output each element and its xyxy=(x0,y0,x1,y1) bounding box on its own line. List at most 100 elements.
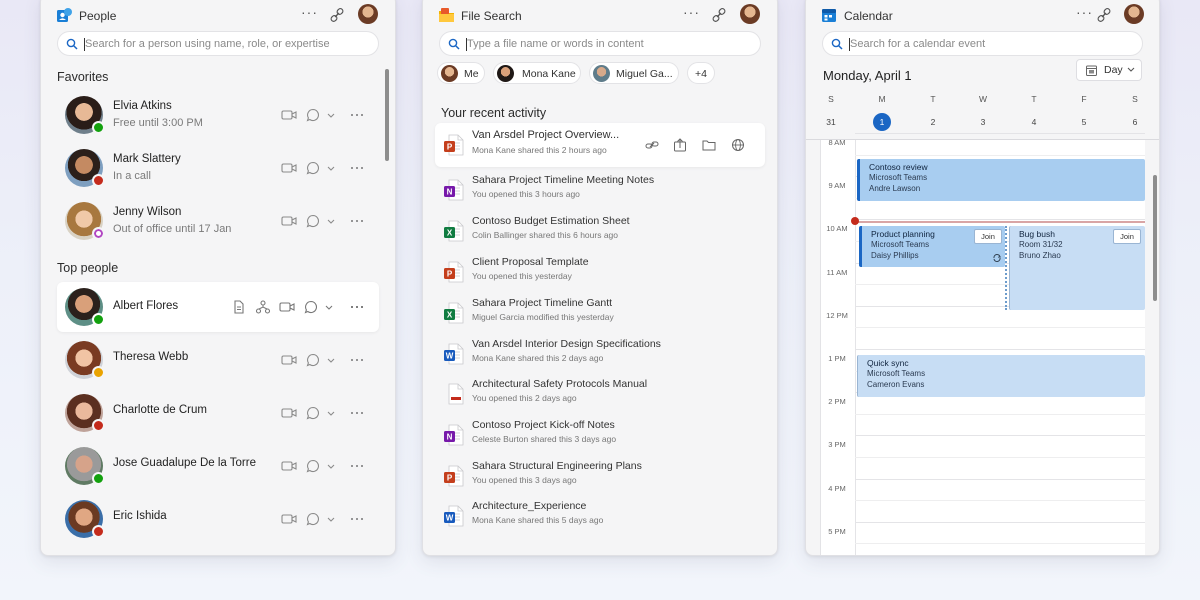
more-icon[interactable] xyxy=(349,107,365,123)
file-row[interactable]: X Sahara Project Timeline Gantt Miguel Gar… xyxy=(435,294,765,334)
file-row[interactable]: W Van Arsdel Interior Design Specificatio… xyxy=(435,335,765,375)
date-cell[interactable]: 2 xyxy=(923,113,943,131)
favorite-person-row[interactable]: Elvia Atkins Free until 3:00 PM xyxy=(57,90,379,140)
view-selector-button[interactable]: Day xyxy=(1076,59,1142,81)
video-call-icon[interactable] xyxy=(279,299,295,315)
file-search-box[interactable] xyxy=(439,31,761,56)
document-icon[interactable] xyxy=(231,299,247,315)
globe-icon[interactable] xyxy=(731,138,745,152)
file-row[interactable]: N Contoso Project Kick-off Notes Celeste B… xyxy=(435,416,765,456)
account-avatar[interactable] xyxy=(740,4,760,24)
video-call-icon[interactable] xyxy=(281,160,297,176)
file-row[interactable]: P Client Proposal Template You opened this… xyxy=(435,253,765,293)
chat-icon[interactable] xyxy=(305,160,321,176)
top-person-row[interactable]: Theresa Webb xyxy=(57,335,379,385)
date-cell[interactable]: 3 xyxy=(973,113,993,131)
more-options-button[interactable]: ··· xyxy=(301,4,318,20)
chevron-down-icon[interactable] xyxy=(326,405,336,421)
date-cell[interactable]: 31 xyxy=(821,113,841,131)
more-icon[interactable] xyxy=(349,458,365,474)
chat-icon[interactable] xyxy=(305,352,321,368)
join-button[interactable]: Join xyxy=(1113,229,1141,244)
join-button[interactable]: Join xyxy=(974,229,1002,244)
calendar-search-box[interactable] xyxy=(822,31,1143,56)
chevron-down-icon[interactable] xyxy=(326,107,336,123)
chevron-down-icon[interactable] xyxy=(326,213,336,229)
more-icon[interactable] xyxy=(349,405,365,421)
file-row[interactable]: P Sahara Structural Engineering Plans You … xyxy=(435,457,765,497)
file-row[interactable]: X Contoso Budget Estimation Sheet Colin Ba… xyxy=(435,212,765,252)
chevron-down-icon[interactable] xyxy=(326,160,336,176)
copy-link-icon[interactable] xyxy=(645,138,659,152)
org-chart-icon[interactable] xyxy=(255,299,271,315)
chat-icon[interactable] xyxy=(305,405,321,421)
open-folder-icon[interactable] xyxy=(702,138,716,152)
more-options-button[interactable]: ··· xyxy=(683,4,700,20)
file-search-input[interactable] xyxy=(467,36,750,52)
people-scrollbar[interactable] xyxy=(385,69,389,161)
chat-icon[interactable] xyxy=(305,511,321,527)
file-row[interactable]: Architectural Safety Protocols Manual You… xyxy=(435,375,765,415)
selected-date[interactable]: 1 xyxy=(873,113,891,131)
svg-text:X: X xyxy=(447,311,453,320)
filter-chip-mona-kane[interactable]: Mona Kane xyxy=(493,62,581,84)
video-call-icon[interactable] xyxy=(281,213,297,229)
account-avatar[interactable] xyxy=(358,4,378,24)
chat-icon[interactable] xyxy=(305,213,321,229)
top-person-row[interactable]: Jose Guadalupe De la Torre xyxy=(57,441,379,491)
event-bug-bush[interactable]: Bug bush Room 31/32 Bruno Zhao Join xyxy=(1009,226,1145,310)
chat-icon[interactable] xyxy=(305,107,321,123)
video-call-icon[interactable] xyxy=(281,511,297,527)
more-icon[interactable] xyxy=(349,213,365,229)
filter-chip-me[interactable]: Me xyxy=(437,62,485,84)
link-icon[interactable] xyxy=(329,7,345,23)
video-call-icon[interactable] xyxy=(281,405,297,421)
people-search-box[interactable] xyxy=(57,31,379,56)
more-icon[interactable] xyxy=(349,352,365,368)
half-hour-gridline xyxy=(855,413,1145,415)
more-options-button[interactable]: ··· xyxy=(1076,4,1093,20)
chat-icon[interactable] xyxy=(303,299,319,315)
person-name: Theresa Webb xyxy=(113,351,189,363)
event-product-planning[interactable]: Product planning Microsoft Teams Daisy P… xyxy=(859,226,1005,267)
video-call-icon[interactable] xyxy=(281,107,297,123)
file-row[interactable]: N Sahara Project Timeline Meeting Notes Yo… xyxy=(435,171,765,211)
share-icon[interactable] xyxy=(673,138,687,152)
video-call-icon[interactable] xyxy=(281,352,297,368)
chat-icon[interactable] xyxy=(305,458,321,474)
event-contoso-review[interactable]: Contoso review Microsoft Teams Andre Law… xyxy=(857,159,1145,201)
favorite-person-row[interactable]: Jenny Wilson Out of office until 17 Jan xyxy=(57,196,379,246)
favorite-person-row[interactable]: Mark Slattery In a call xyxy=(57,143,379,193)
filter-chip-miguel-garcia[interactable]: Miguel Ga... xyxy=(589,62,679,84)
event-organizer: Cameron Evans xyxy=(867,380,925,389)
account-avatar[interactable] xyxy=(1124,4,1144,24)
file-name: Van Arsdel Interior Design Specification… xyxy=(472,338,661,350)
top-person-row[interactable]: Albert Flores xyxy=(57,282,379,332)
event-quick-sync[interactable]: Quick sync Microsoft Teams Cameron Evans xyxy=(857,355,1145,397)
date-cell[interactable]: 4 xyxy=(1024,113,1044,131)
top-person-row[interactable]: Eric Ishida xyxy=(57,494,379,544)
calendar-scrollbar[interactable] xyxy=(1153,175,1157,301)
calendar-search-input[interactable] xyxy=(850,36,1132,52)
chevron-down-icon[interactable] xyxy=(326,458,336,474)
video-call-icon[interactable] xyxy=(281,458,297,474)
day-view-grid[interactable]: 8 AM 9 AM 10 AM 11 AM 12 PM 1 PM 2 PM 3 PM 4 PM 5… xyxy=(820,133,1145,555)
file-name: Sahara Project Timeline Meeting Notes xyxy=(472,174,655,186)
people-search-input[interactable] xyxy=(85,36,368,52)
chevron-down-icon[interactable] xyxy=(324,299,334,315)
link-icon[interactable] xyxy=(711,7,727,23)
chevron-down-icon[interactable] xyxy=(326,511,336,527)
date-cell[interactable]: 6 xyxy=(1125,113,1145,131)
person-actions xyxy=(281,107,371,123)
file-row[interactable]: W Architecture_Experience Mona Kane shared… xyxy=(435,497,765,537)
filter-chip-more[interactable]: +4 xyxy=(687,62,715,84)
link-icon[interactable] xyxy=(1096,7,1112,23)
chevron-down-icon[interactable] xyxy=(326,352,336,368)
more-icon[interactable] xyxy=(349,299,365,315)
file-row[interactable]: P Van Arsdel Project Overview... Mona Kane… xyxy=(435,123,765,167)
date-cell[interactable]: 5 xyxy=(1074,113,1094,131)
overlap-separator xyxy=(1005,226,1007,310)
more-icon[interactable] xyxy=(349,511,365,527)
more-icon[interactable] xyxy=(349,160,365,176)
top-person-row[interactable]: Charlotte de Crum xyxy=(57,388,379,438)
